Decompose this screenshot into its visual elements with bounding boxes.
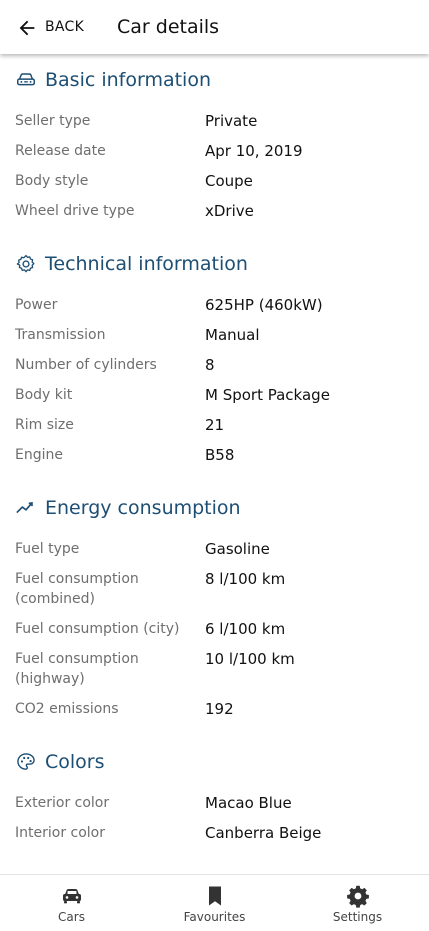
- row-label: Fuel type: [15, 541, 80, 557]
- section-title: Colors: [45, 751, 105, 773]
- gear-icon: [346, 885, 369, 908]
- nav-item-settings[interactable]: Settings: [286, 875, 429, 931]
- row-value: 8: [205, 356, 215, 374]
- detail-row: Fuel consumption (city) 6 l/100 km: [0, 619, 429, 649]
- details-content[interactable]: Basic information Seller type Private Re…: [0, 54, 429, 874]
- nav-label: Favourites: [183, 910, 246, 924]
- row-value: xDrive: [205, 202, 254, 220]
- row-label: Interior color: [15, 825, 105, 841]
- section-rows: Exterior color Macao Blue Interior color…: [0, 793, 429, 853]
- section-header: Technical information: [0, 249, 429, 279]
- row-value: Macao Blue: [205, 794, 292, 812]
- nav-label: Settings: [332, 910, 383, 924]
- trending-up-icon: [16, 502, 33, 514]
- app-header: BACK Car details: [0, 0, 429, 54]
- car-icon: [62, 889, 81, 904]
- detail-row: Exterior color Macao Blue: [0, 793, 429, 823]
- section-header: Basic information: [0, 65, 429, 95]
- detail-row: CO2 emissions 192: [0, 699, 429, 729]
- nav-item-favourites[interactable]: Favourites: [143, 875, 286, 931]
- row-label: Release date: [15, 143, 106, 159]
- row-value: Gasoline: [205, 540, 270, 558]
- row-label: Engine: [15, 447, 63, 463]
- detail-row: Fuel consumption (highway) 10 l/100 km: [0, 649, 429, 699]
- detail-row: Interior color Canberra Beige: [0, 823, 429, 853]
- section-title: Technical information: [45, 253, 248, 275]
- row-label: Body style: [15, 173, 89, 189]
- section-rows: Seller type Private Release date Apr 10,…: [0, 111, 429, 231]
- page-title: Car details: [117, 16, 220, 38]
- nav-item-cars[interactable]: Cars: [0, 875, 143, 931]
- row-label: Fuel consumption (combined): [15, 571, 139, 607]
- row-value: 625HP (460kW): [205, 296, 323, 314]
- section-title: Energy consumption: [45, 497, 241, 519]
- detail-row: Rim size 21: [0, 415, 429, 445]
- row-label: Rim size: [15, 417, 74, 433]
- detail-row: Body style Coupe: [0, 171, 429, 201]
- row-value: Canberra Beige: [205, 824, 322, 842]
- row-value: 21: [205, 416, 225, 434]
- row-label: Number of cylinders: [15, 357, 157, 373]
- row-value: B58: [205, 446, 235, 464]
- section-technical-information: Technical information Power 625HP (460kW…: [0, 249, 429, 475]
- row-label: Fuel consumption (city): [15, 621, 180, 637]
- section-colors: Colors Exterior color Macao Blue Interio…: [0, 747, 429, 853]
- row-value: 10 l/100 km: [205, 650, 295, 668]
- back-label: BACK: [45, 19, 85, 35]
- row-value: Private: [205, 112, 258, 130]
- row-label: Power: [15, 297, 58, 313]
- row-label: Body kit: [15, 387, 73, 403]
- row-label: Fuel consumption (highway): [15, 651, 139, 687]
- row-label: CO2 emissions: [15, 701, 119, 717]
- car-icon: [17, 73, 35, 86]
- row-value: M Sport Package: [205, 386, 330, 404]
- detail-row: Number of cylinders 8: [0, 355, 429, 385]
- section-title: Basic information: [45, 69, 211, 91]
- detail-row: Release date Apr 10, 2019: [0, 141, 429, 171]
- row-label: Wheel drive type: [15, 203, 135, 219]
- row-value: 6 l/100 km: [205, 620, 286, 638]
- section-header: Energy consumption: [0, 493, 429, 523]
- row-value: 8 l/100 km: [205, 570, 286, 588]
- section-rows: Fuel type Gasoline Fuel consumption (com…: [0, 539, 429, 729]
- arrow-left-icon: [19, 20, 35, 35]
- section-header: Colors: [0, 747, 429, 777]
- row-label: Transmission: [15, 327, 106, 343]
- palette-icon: [17, 753, 35, 770]
- bookmark-icon: [208, 886, 221, 906]
- detail-row: Wheel drive type xDrive: [0, 201, 429, 231]
- detail-row: Seller type Private: [0, 111, 429, 141]
- section-rows: Power 625HP (460kW) Transmission Manual …: [0, 295, 429, 475]
- detail-row: Fuel consumption (combined) 8 l/100 km: [0, 569, 429, 619]
- detail-row: Power 625HP (460kW): [0, 295, 429, 325]
- row-value: Manual: [205, 326, 260, 344]
- row-value: 192: [205, 700, 234, 718]
- nav-label: Cars: [58, 910, 85, 924]
- section-basic-information: Basic information Seller type Private Re…: [0, 65, 429, 231]
- row-label: Exterior color: [15, 795, 110, 811]
- back-button[interactable]: BACK: [0, 0, 92, 54]
- row-value: Coupe: [205, 172, 253, 190]
- section-energy-consumption: Energy consumption Fuel type Gasoline Fu…: [0, 493, 429, 729]
- row-label: Seller type: [15, 113, 91, 129]
- row-value: Apr 10, 2019: [205, 142, 303, 160]
- detail-row: Transmission Manual: [0, 325, 429, 355]
- gear-icon: [16, 254, 35, 273]
- detail-row: Body kit M Sport Package: [0, 385, 429, 415]
- bottom-nav: Cars Favourites Settings: [0, 874, 429, 931]
- detail-row: Engine B58: [0, 445, 429, 475]
- detail-row: Fuel type Gasoline: [0, 539, 429, 569]
